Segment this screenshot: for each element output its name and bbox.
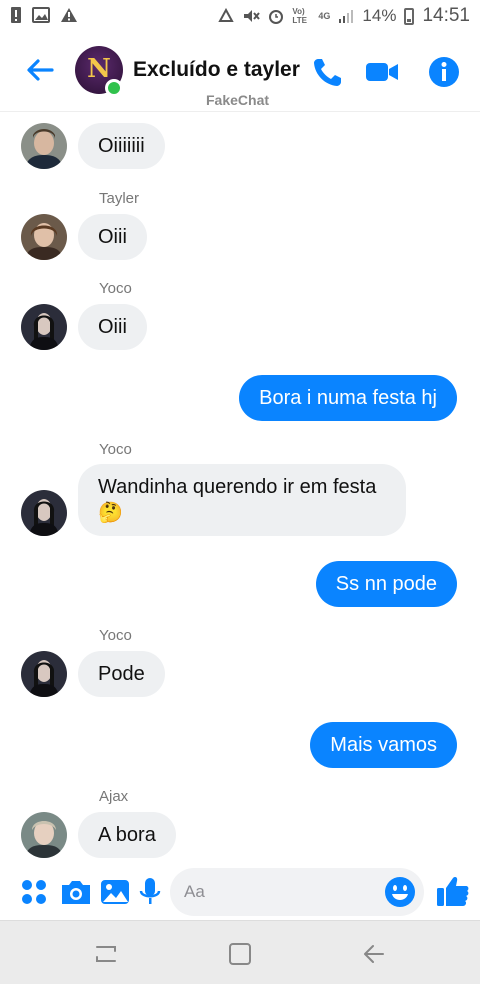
message-bubble[interactable]: A bora [78,812,176,858]
avatar-yoco[interactable] [21,651,67,697]
avatar-yoco[interactable] [21,304,67,350]
battery-icon [404,7,415,25]
message-bubble-outgoing[interactable]: Bora i numa festa hj [239,375,457,421]
home-button-icon[interactable] [227,941,253,967]
gallery-icon [32,7,50,23]
recent-apps-icon[interactable] [93,941,119,967]
gallery-image-icon[interactable] [99,876,131,908]
sender-name: Tayler [99,190,140,207]
info-icon[interactable] [426,54,462,90]
microphone-icon[interactable] [134,876,166,908]
sender-name: Yoco [99,280,132,297]
status-left-icons [10,6,78,24]
chat-title[interactable]: Excluído e tayler [133,58,300,82]
sender-name: Yoco [99,627,132,644]
status-bar: Vo) LTE 4G 14% 14:51 [0,0,480,32]
alarm-icon [269,10,284,24]
message-bubble-outgoing[interactable]: Ss nn pode [315,561,457,607]
message-bubble[interactable]: Pode [78,651,165,697]
network-type-label: 4G [318,11,331,21]
emoji-icon[interactable] [384,876,416,908]
warning-icon [61,8,77,22]
phone-call-icon[interactable] [310,54,346,90]
clock: 14:51 [422,5,470,26]
video-call-icon[interactable] [364,54,400,90]
back-arrow-icon[interactable] [22,52,58,88]
online-status-dot [105,79,123,97]
message-input-placeholder: Aa [184,882,205,901]
data-saver-icon [218,8,235,22]
sender-name: Ajax [99,788,129,805]
message-bubble[interactable]: Wandinha querendo ir em festa🤔 [78,464,406,536]
apps-grid-icon[interactable] [18,876,50,908]
thumbs-up-like-icon[interactable] [436,874,470,908]
message-bubble[interactable]: Oiii [78,304,147,350]
avatar-ajax[interactable] [21,812,67,858]
message-list[interactable]: Oiiiiiii Tayler Oiii Yoco Oiii Bora i nu… [0,112,480,864]
battery-percent: 14% [362,6,397,25]
message-bubble[interactable]: Oiiiiiii [78,123,165,169]
message-bubble-outgoing[interactable]: Mais vamos [310,722,457,768]
message-input[interactable]: Aa [170,868,424,916]
system-navigation-bar [0,920,480,984]
sender-name: Yoco [99,441,132,458]
avatar-person-1[interactable] [21,123,67,169]
signal-icon [339,10,354,23]
status-right-icons: Vo) LTE 4G 14% 14:51 [218,5,470,27]
volte-label: Vo) LTE [292,7,307,25]
message-bubble[interactable]: Oiii [78,214,147,260]
sim-alert-icon [11,7,21,23]
fakechat-watermark: FakeChat [206,92,270,108]
avatar-tayler[interactable] [21,214,67,260]
camera-icon[interactable] [60,876,92,908]
composer-bar: Aa [0,864,480,920]
avatar-yoco[interactable] [21,490,67,536]
mute-icon [244,10,261,22]
system-back-icon[interactable] [361,941,387,967]
